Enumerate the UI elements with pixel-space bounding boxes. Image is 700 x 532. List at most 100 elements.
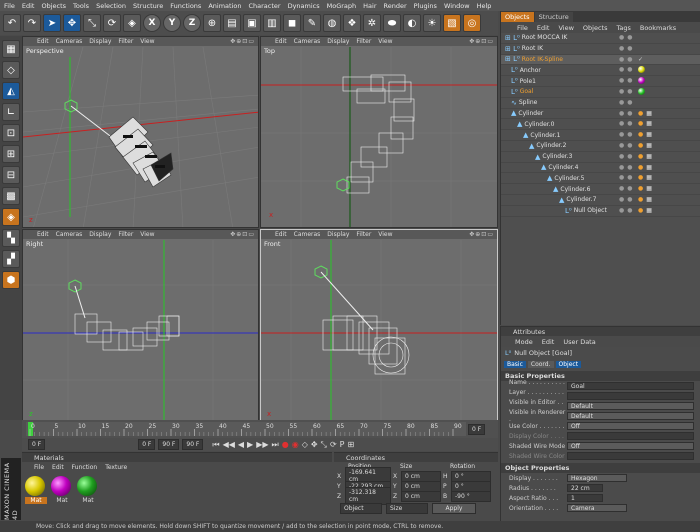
objects-menu-file[interactable]: File [517,24,528,32]
object-row[interactable]: L⁰ Goal ●● [501,87,700,98]
attribute-field[interactable]: Goal [567,382,694,390]
object-name[interactable]: Null Object [574,207,607,214]
texture-tag-icon[interactable]: ▦ [646,164,652,171]
object-row[interactable]: L⁰ Pole1 ●● [501,76,700,87]
materials-menu-texture[interactable]: Texture [105,464,127,471]
end-frame-field[interactable]: 90 F [182,439,204,450]
object-row[interactable]: ⊞ L⁰ Root IK ●● [501,44,700,55]
record-icon[interactable]: ● [282,440,289,449]
keyframe-selection-icon[interactable]: ◇ [302,440,308,449]
apply-button[interactable]: Apply [432,503,476,514]
point-level-icon[interactable]: ⊞ [347,440,354,449]
menu-item-animation[interactable]: Animation [208,2,241,10]
snap-icon[interactable]: ▞ [2,250,20,268]
render-picture-viewer-icon[interactable]: ▣ [243,14,261,32]
visibility-dots-icon[interactable]: ●● [619,131,635,138]
ik-tag-icon[interactable]: ● [638,185,643,192]
menu-item-plugins[interactable]: Plugins [414,2,437,10]
objects-menu-tags[interactable]: Tags [616,24,630,32]
ik-tag-icon[interactable]: ● [638,131,643,138]
materials-menu-file[interactable]: File [34,464,44,471]
menu-item-file[interactable]: File [4,2,15,10]
autokey-icon[interactable]: ◉ [292,440,299,449]
viewport-top[interactable]: Edit Cameras Display Filter View ✥⊕⊡▭ To… [260,36,498,228]
object-name[interactable]: Cylinder.0 [524,121,554,128]
menu-item-mograph[interactable]: MoGraph [327,2,357,10]
ik-tag-icon[interactable]: ● [638,207,643,214]
visibility-dots-icon[interactable]: ●● [619,185,635,192]
texture-tag-icon[interactable]: ▦ [646,185,652,192]
move-icon[interactable]: ✥ [63,14,81,32]
spline-pen-icon[interactable]: ✎ [303,14,321,32]
ik-tag-icon[interactable]: ● [638,120,643,127]
axis-mode-icon[interactable]: ⊡ [2,124,20,142]
x-axis-button[interactable]: X [143,14,161,32]
visibility-dots-icon[interactable]: ●● [619,174,635,181]
undo-icon[interactable]: ↶ [3,14,21,32]
tab-objects[interactable]: Objects [501,12,534,22]
visibility-dots-icon[interactable]: ●● [619,164,635,171]
visibility-dots-icon[interactable]: ●● [619,88,635,95]
menu-item-functions[interactable]: Functions [170,2,201,10]
render-view-icon[interactable]: ▤ [223,14,241,32]
rotation-field[interactable]: -90 ° [451,490,491,502]
object-name[interactable]: Cylinder.6 [560,186,590,193]
preview-max-field[interactable]: 90 F [158,439,180,450]
start-frame-field[interactable]: 0 F [28,439,46,450]
timeline-ruler[interactable]: 0 5 10 15 20 25 30 35 40 45 50 55 60 65 70 75 80 85 90 0 F [22,420,498,438]
object-row[interactable]: L⁰ Null Object ●● ● ▦ [501,206,700,217]
viewport-right[interactable]: Edit Cameras Display Filter View ✥⊕⊡▭ Ri… [22,229,259,421]
visibility-dots-icon[interactable]: ●● [619,56,635,63]
tab-object[interactable]: Object [555,360,582,368]
objects-menu-bookmarks[interactable]: Bookmarks [640,24,676,32]
size-field[interactable]: 0 cm [401,490,441,502]
ik-spline-tag-icon[interactable]: ✓ [638,56,643,63]
texture-tag-icon[interactable]: ▦ [646,174,652,181]
texture-tag-icon[interactable]: ▦ [646,120,652,127]
materials-menu-function[interactable]: Function [72,464,98,471]
workplane-icon[interactable]: ⬢ [2,271,20,289]
ik-tag-icon[interactable]: ● [638,196,643,203]
array-icon[interactable]: ❖ [343,14,361,32]
material-tag-icon[interactable] [638,77,645,85]
object-mode-icon[interactable]: ◭ [2,82,20,100]
model-mode-icon[interactable]: ◇ [2,61,20,79]
go-end-icon[interactable]: ⏭ [272,440,279,450]
ik-tag-icon[interactable]: ● [638,142,643,149]
prev-frame-icon[interactable]: ◀ [238,440,244,449]
last-render-icon[interactable]: ▧ [443,14,461,32]
object-row[interactable]: ⊞ L⁰ Root IK-Spline ●● ✓ [501,54,700,66]
objects-menu-view[interactable]: View [558,24,573,32]
texture-tag-icon[interactable]: ▦ [646,142,652,149]
attributes-menu-userdata[interactable]: User Data [563,338,595,346]
object-row[interactable]: ⊞ L⁰ Root MOCCA IK ●● [501,33,700,44]
material-swatch[interactable]: Mat [77,476,99,504]
points-mode-icon[interactable]: ⊞ [2,145,20,163]
object-row[interactable]: ▲ Cylinder.4 ●● ● ▦ [501,163,700,174]
material-tag-icon[interactable] [638,66,645,74]
menu-item-help[interactable]: Help [477,2,492,10]
cube-icon[interactable]: ◼ [283,14,301,32]
visibility-dots-icon[interactable]: ●● [619,153,635,160]
visibility-dots-icon[interactable]: ●● [619,120,635,127]
redo-icon[interactable]: ↷ [23,14,41,32]
object-row[interactable]: ▲ Cylinder.1 ●● ● ▦ [501,130,700,141]
materials-menu-edit[interactable]: Edit [52,464,64,471]
menu-item-hair[interactable]: Hair [363,2,376,10]
visibility-dots-icon[interactable]: ●● [619,207,635,214]
texture-tag-icon[interactable]: ▦ [646,110,652,117]
prev-key-icon[interactable]: ◀◀ [223,440,235,449]
object-name[interactable]: Cylinder.4 [548,164,578,171]
visibility-dots-icon[interactable]: ●● [619,34,635,41]
attribute-field[interactable]: 22 cm [567,484,603,492]
ik-tag-icon[interactable]: ● [638,164,643,171]
object-row[interactable]: ∿ Spline ●● [501,98,700,109]
object-name[interactable]: Cylinder.7 [566,196,596,203]
render-settings-icon[interactable]: ▥ [263,14,281,32]
object-row[interactable]: ▲ Cylinder.0 ●● ● ▦ [501,119,700,131]
texture-tag-icon[interactable]: ▦ [646,131,652,138]
visibility-dots-icon[interactable]: ●● [619,142,635,149]
nurbs-icon[interactable]: ◍ [323,14,341,32]
position-key-icon[interactable]: ✥ [311,440,318,449]
next-frame-icon[interactable]: ▶▶ [256,440,268,449]
